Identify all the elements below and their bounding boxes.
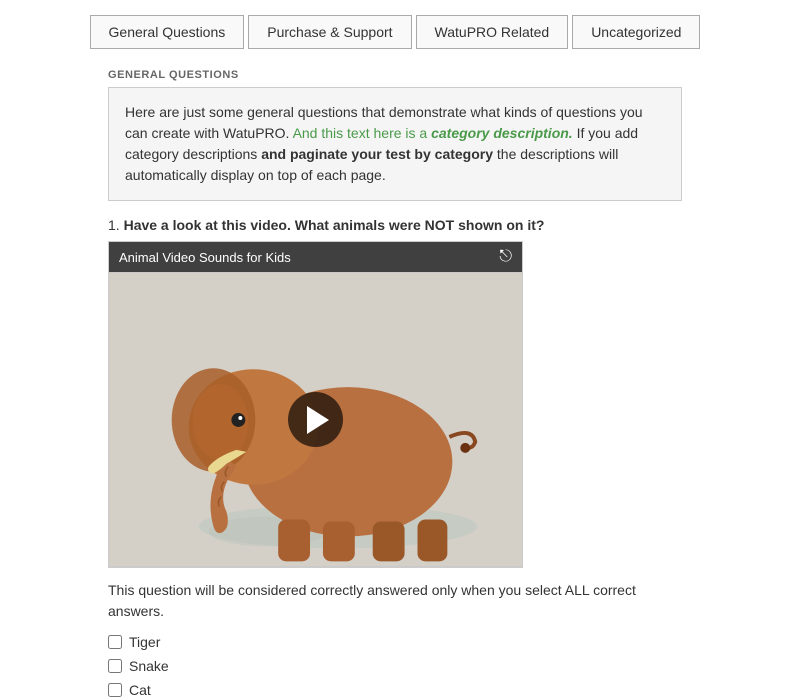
answer-note: This question will be considered correct…: [108, 580, 682, 622]
option-snake-label: Snake: [129, 658, 169, 674]
option-cat-label: Cat: [129, 682, 151, 698]
tabs-container: General Questions Purchase & Support Wat…: [0, 0, 790, 59]
video-titlebar: Animal Video Sounds for Kids ⎋: [109, 242, 522, 272]
share-icon[interactable]: ⎋: [499, 248, 512, 266]
question-area: 1. Have a look at this video. What anima…: [0, 217, 790, 698]
checkbox-snake[interactable]: [108, 659, 122, 673]
cat-desc-green-text: And this text here is a category descrip…: [293, 125, 573, 141]
video-thumbnail[interactable]: [109, 272, 522, 567]
checkbox-cat[interactable]: [108, 683, 122, 697]
tab-purchase[interactable]: Purchase & Support: [248, 15, 411, 49]
tab-general[interactable]: General Questions: [90, 15, 245, 49]
tab-watupro[interactable]: WatuPRO Related: [416, 15, 569, 49]
question-number-row: 1. Have a look at this video. What anima…: [108, 217, 682, 233]
play-button[interactable]: [288, 392, 343, 447]
tab-uncategorized[interactable]: Uncategorized: [572, 15, 700, 49]
question-text: Have a look at this video. What animals …: [124, 217, 545, 233]
category-description-box: Here are just some general questions tha…: [108, 87, 682, 201]
video-container: Animal Video Sounds for Kids ⎋: [108, 241, 523, 568]
play-triangle-icon: [307, 406, 329, 434]
option-snake: Snake: [108, 658, 682, 674]
option-tiger-label: Tiger: [129, 634, 160, 650]
cat-desc-bold-italic: category description.: [431, 125, 573, 141]
section-label: GENERAL QUESTIONS: [0, 59, 790, 87]
cat-desc-bold: and paginate your test by category: [261, 146, 493, 162]
option-tiger: Tiger: [108, 634, 682, 650]
question-number: 1.: [108, 217, 120, 233]
video-title: Animal Video Sounds for Kids: [119, 250, 291, 265]
checkbox-tiger[interactable]: [108, 635, 122, 649]
option-cat: Cat: [108, 682, 682, 698]
